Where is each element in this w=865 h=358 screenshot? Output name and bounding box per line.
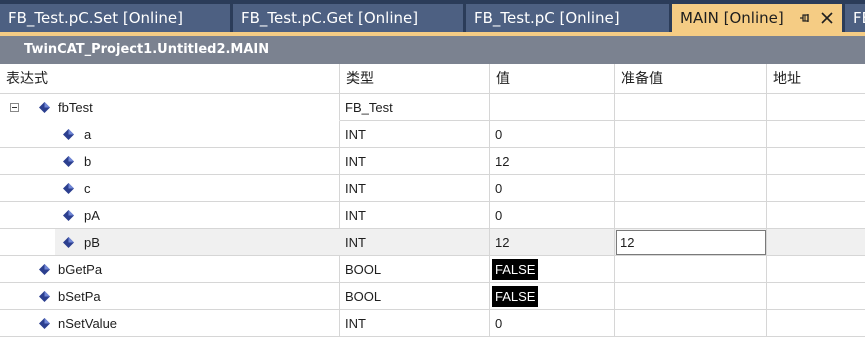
address-cell (767, 148, 865, 175)
variable-icon (39, 264, 50, 275)
tab-fb-test-pc-set[interactable]: FB_Test.pC.Set [Online] (0, 4, 230, 32)
variable-icon (63, 156, 74, 167)
prepared-value-cell[interactable] (615, 94, 767, 121)
tab-fb-test-pc[interactable]: FB_Test.pC [Online] (466, 4, 669, 32)
prepared-value-input[interactable]: 12 (616, 230, 766, 255)
type-cell: INT (340, 121, 490, 148)
variable-name: c (84, 181, 91, 196)
column-header-type[interactable]: 类型 (340, 64, 490, 94)
expression-cell: b (0, 148, 340, 175)
editor-path-bar: TwinCAT_Project1.Untitled2.MAIN (0, 36, 865, 64)
table-row[interactable]: fbTest FB_Test (0, 94, 865, 121)
tree-collapse-icon[interactable] (10, 103, 19, 112)
type-cell: INT (340, 229, 490, 256)
variable-name: fbTest (58, 100, 93, 115)
value-cell: 12 (490, 148, 615, 175)
close-icon[interactable] (820, 11, 834, 25)
table-row[interactable]: a INT 0 (0, 121, 865, 148)
variable-icon (63, 237, 74, 248)
type-cell: INT (340, 310, 490, 337)
type-cell: FB_Test (340, 94, 490, 121)
address-cell (767, 121, 865, 148)
variable-name: pA (84, 208, 100, 223)
tab-label: FB_Test.pC [Online] (474, 9, 620, 27)
tab-label: FB (853, 9, 865, 27)
value-cell: 0 (490, 121, 615, 148)
type-cell: INT (340, 175, 490, 202)
address-cell (767, 256, 865, 283)
value-cell: 12 (490, 229, 615, 256)
prepared-value-cell[interactable] (615, 283, 767, 310)
type-cell: BOOL (340, 283, 490, 310)
tab-fb-overflow[interactable]: FB (845, 4, 865, 32)
variable-icon (63, 210, 74, 221)
expression-cell: bGetPa (0, 256, 340, 283)
column-header-address[interactable]: 地址 (767, 64, 865, 94)
column-header-prepared-value[interactable]: 准备值 (615, 64, 767, 94)
variable-icon (63, 129, 74, 140)
address-cell (767, 310, 865, 337)
variable-icon (39, 102, 50, 113)
value-cell: 0 (490, 175, 615, 202)
type-cell: INT (340, 202, 490, 229)
address-cell (767, 283, 865, 310)
prepared-value-cell[interactable] (615, 310, 767, 337)
variable-icon (63, 183, 74, 194)
expression-cell: fbTest (0, 94, 340, 121)
value-cell (490, 94, 615, 121)
expression-cell: a (0, 121, 340, 148)
address-cell (767, 175, 865, 202)
expression-cell: bSetPa (0, 283, 340, 310)
column-header-value[interactable]: 值 (490, 64, 615, 94)
pin-icon[interactable] (798, 11, 812, 25)
bool-value-badge[interactable]: FALSE (492, 259, 539, 280)
variable-icon (39, 291, 50, 302)
prepared-value-cell[interactable] (615, 175, 767, 202)
document-tab-strip: FB_Test.pC.Set [Online] FB_Test.pC.Get [… (0, 0, 865, 36)
table-row[interactable]: c INT 0 (0, 175, 865, 202)
variable-name: b (84, 154, 92, 169)
value-cell: 0 (490, 310, 615, 337)
table-row[interactable]: bSetPa BOOL FALSE (0, 283, 865, 310)
table-row[interactable]: b INT 12 (0, 148, 865, 175)
variable-name: bGetPa (58, 262, 103, 277)
expression-cell: nSetValue (0, 310, 340, 337)
tab-label: FB_Test.pC.Set [Online] (8, 9, 183, 27)
online-watch-table: 表达式 类型 值 准备值 地址 fbTest FB_Test a INT 0 b… (0, 64, 865, 358)
table-header: 表达式 类型 值 准备值 地址 (0, 64, 865, 94)
table-row[interactable]: nSetValue INT 0 (0, 310, 865, 337)
path-label: TwinCAT_Project1.Untitled2.MAIN (24, 42, 270, 57)
prepared-value-cell[interactable] (615, 121, 767, 148)
bool-value-badge[interactable]: FALSE (492, 286, 539, 307)
expression-cell: pA (0, 202, 340, 229)
expression-cell: pB (0, 229, 340, 256)
tab-label: MAIN [Online] (680, 9, 784, 27)
variable-name: a (84, 127, 92, 142)
prepared-value-cell[interactable] (615, 148, 767, 175)
variable-name: bSetPa (58, 289, 101, 304)
address-cell (767, 94, 865, 121)
tab-label: FB_Test.pC.Get [Online] (241, 9, 419, 27)
type-cell: BOOL (340, 256, 490, 283)
value-cell: 0 (490, 202, 615, 229)
variable-name: pB (84, 235, 100, 250)
type-cell: INT (340, 148, 490, 175)
prepared-value-cell[interactable] (615, 202, 767, 229)
table-row[interactable]: bGetPa BOOL FALSE (0, 256, 865, 283)
variable-icon (39, 318, 50, 329)
tab-fb-test-pc-get[interactable]: FB_Test.pC.Get [Online] (233, 4, 463, 32)
address-cell (767, 229, 865, 256)
table-row-selected[interactable]: pB INT 12 12 (0, 229, 865, 256)
address-cell (767, 202, 865, 229)
variable-name: nSetValue (58, 316, 118, 331)
expression-cell: c (0, 175, 340, 202)
table-row[interactable]: pA INT 0 (0, 202, 865, 229)
prepared-value-cell[interactable] (615, 256, 767, 283)
column-header-expression[interactable]: 表达式 (0, 64, 340, 94)
